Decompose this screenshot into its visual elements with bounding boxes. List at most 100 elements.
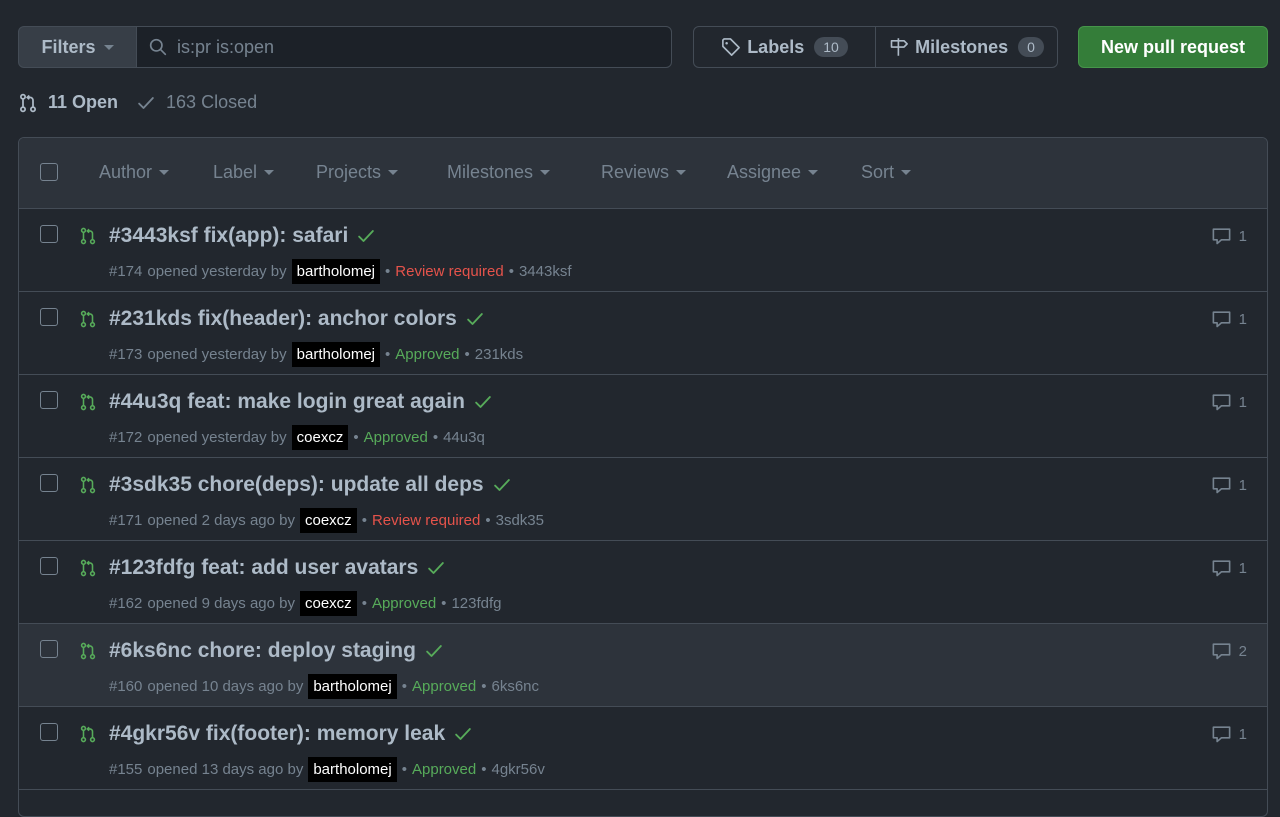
- review-status[interactable]: Approved: [412, 761, 476, 778]
- check-icon[interactable]: [492, 475, 512, 495]
- filters-label: Filters: [41, 36, 96, 57]
- review-status[interactable]: Approved: [395, 346, 459, 363]
- separator-dot: •: [485, 511, 491, 529]
- pr-opened: opened 10 days ago by: [147, 677, 304, 695]
- review-status[interactable]: Review required: [372, 512, 480, 529]
- filters-button[interactable]: Filters: [18, 26, 137, 68]
- milestones-filter[interactable]: Milestones: [447, 162, 551, 183]
- pr-title-link[interactable]: #6ks6nc chore: deploy staging: [109, 639, 444, 663]
- caret-down-icon: [901, 170, 912, 175]
- table-row[interactable]: #44u3q feat: make login great again #172…: [19, 375, 1267, 458]
- separator-dot: •: [401, 677, 407, 695]
- pr-title: #6ks6nc chore: deploy staging: [109, 639, 416, 662]
- row-checkbox[interactable]: [40, 391, 58, 409]
- pr-title-link[interactable]: #44u3q feat: make login great again: [109, 390, 493, 414]
- open-count: 11 Open: [48, 92, 119, 112]
- toolbar: Filters Labels 10 Milestones 0 New pull …: [18, 26, 1268, 68]
- pr-opened: opened yesterday by: [147, 345, 287, 363]
- milestones-button[interactable]: Milestones 0: [875, 27, 1057, 67]
- comment-icon: [1212, 311, 1231, 328]
- pr-title-link[interactable]: #231kds fix(header): anchor colors: [109, 307, 485, 331]
- table-row[interactable]: #6ks6nc chore: deploy staging #160 opene…: [19, 624, 1267, 707]
- pr-title-link[interactable]: #3443ksf fix(app): safari: [109, 224, 376, 248]
- comments-link[interactable]: 1: [1211, 558, 1247, 578]
- check-icon[interactable]: [356, 226, 376, 246]
- pr-author[interactable]: bartholomej: [291, 341, 381, 367]
- pr-author[interactable]: coexcz: [300, 590, 357, 616]
- labels-button[interactable]: Labels 10: [694, 27, 875, 67]
- table-row[interactable]: #123fdfg feat: add user avatars #162 ope…: [19, 541, 1267, 624]
- pr-author[interactable]: coexcz: [300, 507, 357, 533]
- row-checkbox[interactable]: [40, 474, 58, 492]
- pr-title-link[interactable]: #123fdfg feat: add user avatars: [109, 556, 446, 580]
- separator-dot: •: [441, 594, 447, 612]
- comment-icon: [1212, 726, 1231, 743]
- pr-number: #172: [109, 428, 143, 446]
- new-pull-request-button[interactable]: New pull request: [1078, 26, 1268, 68]
- open-tab[interactable]: 11 Open: [18, 92, 118, 113]
- pr-title-link[interactable]: #3sdk35 chore(deps): update all deps: [109, 473, 512, 497]
- search-input[interactable]: [177, 36, 671, 58]
- pr-title-link[interactable]: #4gkr56v fix(footer): memory leak: [109, 722, 473, 746]
- projects-filter[interactable]: Projects: [316, 162, 399, 183]
- separator-dot: •: [385, 262, 391, 280]
- pr-author[interactable]: bartholomej: [291, 258, 381, 284]
- table-row[interactable]: #3sdk35 chore(deps): update all deps #17…: [19, 458, 1267, 541]
- labels-milestones-group: Labels 10 Milestones 0: [693, 26, 1058, 68]
- comments-link[interactable]: 1: [1211, 226, 1247, 246]
- row-checkbox[interactable]: [40, 557, 58, 575]
- review-status[interactable]: Approved: [372, 595, 436, 612]
- pr-meta: #162 opened 9 days ago by coexcz • Appro…: [109, 589, 501, 617]
- closed-tab[interactable]: 163 Closed: [136, 92, 257, 113]
- pr-meta: #171 opened 2 days ago by coexcz • Revie…: [109, 506, 544, 534]
- row-checkbox[interactable]: [40, 225, 58, 243]
- separator-dot: •: [361, 511, 367, 529]
- pr-author[interactable]: bartholomej: [308, 673, 397, 699]
- comments-link[interactable]: 2: [1211, 641, 1247, 661]
- row-checkbox[interactable]: [40, 308, 58, 326]
- row-checkbox[interactable]: [40, 640, 58, 658]
- milestones-label: Milestones: [915, 36, 1009, 57]
- caret-down-icon: [159, 170, 170, 175]
- table-row[interactable]: #3443ksf fix(app): safari #174 opened ye…: [19, 209, 1267, 292]
- pr-author[interactable]: bartholomej: [308, 756, 397, 782]
- separator-dot: •: [385, 345, 391, 363]
- caret-down-icon: [540, 170, 551, 175]
- check-icon[interactable]: [465, 309, 485, 329]
- assignee-filter[interactable]: Assignee: [727, 162, 819, 183]
- table-row[interactable]: #4gkr56v fix(footer): memory leak #155 o…: [19, 707, 1267, 790]
- list-header: Author Label Projects Milestones Reviews…: [19, 138, 1267, 209]
- pr-ref: 231kds: [474, 345, 524, 363]
- check-icon[interactable]: [426, 558, 446, 578]
- check-icon[interactable]: [473, 392, 493, 412]
- separator-dot: •: [464, 345, 470, 363]
- pr-ref: 44u3q: [443, 428, 485, 446]
- comments-link[interactable]: 1: [1211, 392, 1247, 412]
- pr-meta: #173 opened yesterday by bartholomej • A…: [109, 340, 523, 368]
- review-status[interactable]: Review required: [395, 263, 503, 280]
- comment-count: 1: [1238, 559, 1247, 577]
- comment-count: 1: [1238, 310, 1247, 328]
- comment-count: 1: [1238, 476, 1247, 494]
- pr-author[interactable]: coexcz: [291, 424, 349, 450]
- comments-link[interactable]: 1: [1211, 475, 1247, 495]
- pr-opened: opened 13 days ago by: [147, 760, 304, 778]
- reviews-filter[interactable]: Reviews: [601, 162, 687, 183]
- check-icon[interactable]: [453, 724, 473, 744]
- search-icon: [149, 38, 167, 56]
- separator-dot: •: [432, 428, 439, 446]
- author-filter[interactable]: Author: [99, 162, 170, 183]
- select-all-checkbox[interactable]: [40, 163, 58, 181]
- review-status[interactable]: Approved: [412, 678, 476, 695]
- comment-count: 1: [1238, 227, 1247, 245]
- review-status[interactable]: Approved: [364, 429, 428, 446]
- separator-dot: •: [361, 594, 367, 612]
- sort-filter[interactable]: Sort: [861, 162, 912, 183]
- row-checkbox[interactable]: [40, 723, 58, 741]
- check-icon[interactable]: [424, 641, 444, 661]
- table-row[interactable]: #231kds fix(header): anchor colors #173 …: [19, 292, 1267, 375]
- comments-link[interactable]: 1: [1211, 724, 1247, 744]
- comment-count: 1: [1238, 393, 1247, 411]
- label-filter[interactable]: Label: [213, 162, 275, 183]
- comments-link[interactable]: 1: [1211, 309, 1247, 329]
